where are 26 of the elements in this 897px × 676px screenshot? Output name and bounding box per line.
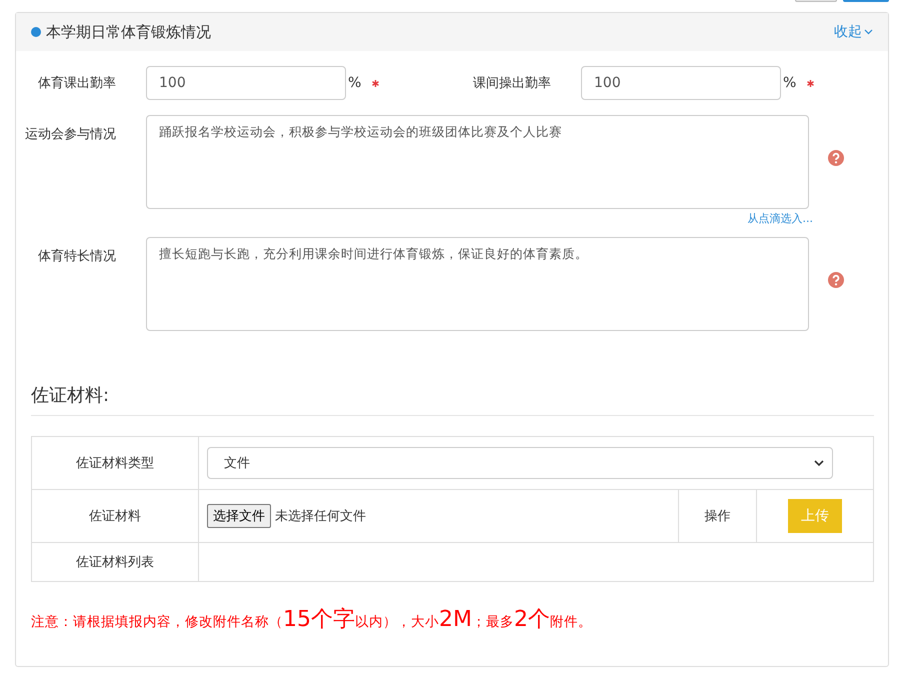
section-heading: 佐证材料: (31, 383, 874, 416)
file-status: 未选择任何文件 (275, 509, 366, 524)
field-label: 课间操出勤率 (472, 75, 552, 92)
text-area[interactable]: 踊跃报名学校运动会，积极参与学校运动会的班级团体比赛及个人比赛 (146, 115, 809, 209)
chevron-down-icon (814, 460, 824, 466)
help-icon[interactable] (828, 272, 844, 288)
unit-label: % (783, 75, 796, 91)
chevron-down-icon (864, 29, 873, 35)
table-cell: 佐证材料列表 (32, 542, 198, 582)
input-field[interactable]: 100 (581, 66, 781, 100)
table-cell: 操作 (678, 490, 756, 542)
pick-link[interactable]: 从点滴选入... (748, 212, 813, 225)
type-select[interactable]: 文件 (207, 447, 833, 479)
table-cell: 佐证材料 (32, 490, 198, 542)
unit-label: % (348, 75, 362, 91)
text-area[interactable]: 擅长短跑与长跑，充分利用课余时间进行体育锻炼，保证良好的体育素质。 (146, 237, 809, 331)
notice-text: 注意：请根据填报内容，修改附件名称（15个字以内），大小2M；最多 2个附件。 (31, 606, 593, 634)
choose-file-button[interactable]: 选择文件 (207, 504, 271, 528)
field-label: 体育课出勤率 (37, 74, 117, 92)
field-label: 体育特长情况 (37, 248, 117, 266)
table-cell: 佐证材料类型 (32, 436, 198, 490)
help-icon[interactable] (828, 150, 844, 166)
input-field[interactable]: 100 (146, 66, 346, 100)
bullet-icon (31, 27, 41, 37)
panel-title: 本学期日常体育锻炼情况 (46, 22, 212, 42)
field-label: 运动会参与情况 (24, 126, 117, 144)
